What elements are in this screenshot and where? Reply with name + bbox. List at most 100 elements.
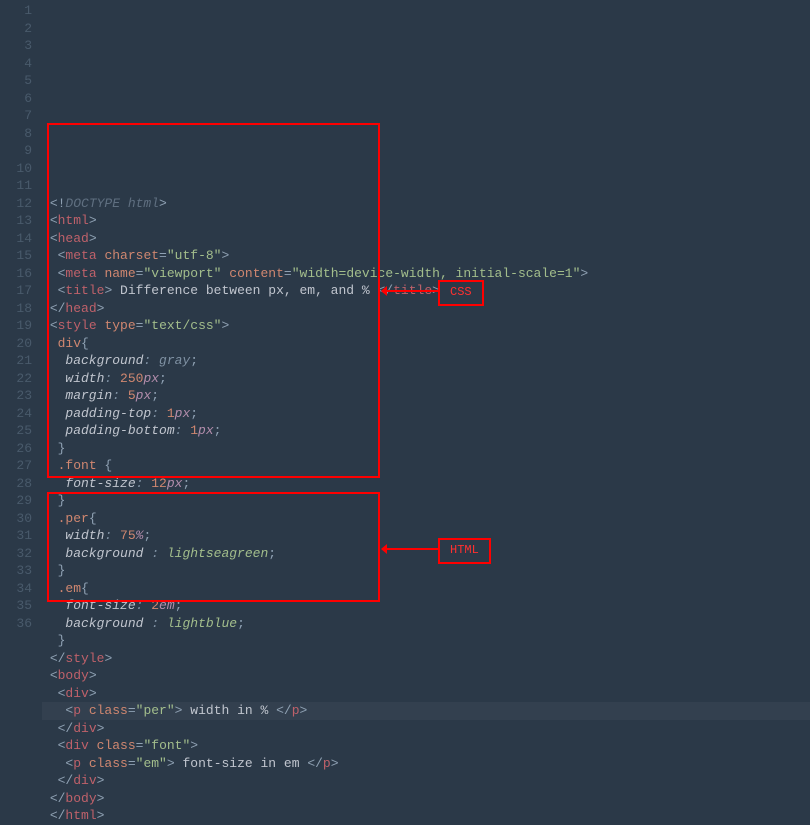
code-line[interactable]: </body> xyxy=(42,790,810,808)
code-token: > xyxy=(89,230,97,248)
code-token: > xyxy=(580,265,588,283)
line-number: 20 xyxy=(0,335,32,353)
code-line[interactable]: <head> xyxy=(42,230,810,248)
code-token: div xyxy=(65,685,88,703)
code-token: .per xyxy=(58,510,89,528)
code-line[interactable]: background: gray; xyxy=(42,352,810,370)
code-token: em xyxy=(159,597,175,615)
code-token xyxy=(42,685,58,703)
code-token: > xyxy=(97,720,105,738)
code-token: "viewport" xyxy=(143,265,221,283)
line-number: 24 xyxy=(0,405,32,423)
code-line[interactable]: .font { xyxy=(42,457,810,475)
code-token: 250 xyxy=(120,370,143,388)
code-token: > xyxy=(89,212,97,230)
code-token: { xyxy=(81,580,89,598)
code-line[interactable]: padding-bottom: 1px; xyxy=(42,422,810,440)
code-token: > xyxy=(221,317,229,335)
code-token: charset xyxy=(104,247,159,265)
code-line[interactable]: } xyxy=(42,562,810,580)
code-token: </ xyxy=(50,650,66,668)
code-token: title xyxy=(65,282,104,300)
code-token: p xyxy=(73,755,89,773)
code-line[interactable]: background : lightblue; xyxy=(42,615,810,633)
code-line[interactable]: <p class="em"> font-size in em </p> xyxy=(42,755,810,773)
code-token: > xyxy=(159,195,167,213)
code-token xyxy=(42,667,50,685)
code-token: > xyxy=(89,667,97,685)
code-line[interactable]: div{ xyxy=(42,335,810,353)
line-number: 5 xyxy=(0,72,32,90)
code-token: "width=device-width, initial-scale=1" xyxy=(292,265,581,283)
code-line[interactable]: .per{ xyxy=(42,510,810,528)
code-line[interactable]: <div class="font"> xyxy=(42,737,810,755)
code-token: < xyxy=(50,230,58,248)
code-token: > xyxy=(175,702,183,720)
code-token: > xyxy=(89,685,97,703)
code-token: "utf-8" xyxy=(167,247,222,265)
code-line[interactable]: } xyxy=(42,632,810,650)
code-token: </ xyxy=(50,300,66,318)
code-token xyxy=(42,737,58,755)
code-line[interactable]: width: 75%; xyxy=(42,527,810,545)
code-token xyxy=(42,475,65,493)
code-token: p xyxy=(292,702,300,720)
code-token: : xyxy=(104,370,120,388)
code-token xyxy=(42,387,65,405)
code-line[interactable]: <body> xyxy=(42,667,810,685)
code-token: > xyxy=(167,755,175,773)
code-token xyxy=(221,265,229,283)
line-number: 18 xyxy=(0,300,32,318)
code-area[interactable]: CSS HTML <!DOCTYPE html> <html> <head> <… xyxy=(42,0,810,640)
code-token: background xyxy=(65,352,143,370)
code-line[interactable]: font-size: 2em; xyxy=(42,597,810,615)
code-token: } xyxy=(58,562,66,580)
code-line[interactable]: <p class="per"> width in % </p> xyxy=(42,702,810,720)
code-line[interactable]: <meta charset="utf-8"> xyxy=(42,247,810,265)
code-line[interactable]: } xyxy=(42,440,810,458)
code-line[interactable]: </div> xyxy=(42,772,810,790)
code-line[interactable]: </head> xyxy=(42,300,810,318)
code-editor[interactable]: 1234567891011121314151617181920212223242… xyxy=(0,0,810,640)
code-line[interactable]: margin: 5px; xyxy=(42,387,810,405)
code-token: : xyxy=(151,615,167,633)
code-token: < xyxy=(58,737,66,755)
code-line[interactable]: </style> xyxy=(42,650,810,668)
code-token xyxy=(42,650,50,668)
code-token xyxy=(42,370,65,388)
code-line[interactable]: } xyxy=(42,492,810,510)
code-token: type xyxy=(104,317,135,335)
code-line[interactable]: <!DOCTYPE html> xyxy=(42,195,810,213)
code-line[interactable]: .em{ xyxy=(42,580,810,598)
code-token: 1 xyxy=(167,405,175,423)
code-line[interactable]: <meta name="viewport" content="width=dev… xyxy=(42,265,810,283)
code-line[interactable]: <style type="text/css"> xyxy=(42,317,810,335)
code-token xyxy=(42,265,58,283)
code-line[interactable]: width: 250px; xyxy=(42,370,810,388)
code-token: "text/css" xyxy=(143,317,221,335)
code-token: head xyxy=(58,230,89,248)
code-line[interactable]: </div> xyxy=(42,720,810,738)
code-token: background xyxy=(65,545,151,563)
line-number: 11 xyxy=(0,177,32,195)
code-token: html xyxy=(65,807,96,825)
code-token: class xyxy=(89,755,128,773)
line-number: 34 xyxy=(0,580,32,598)
code-line[interactable]: </html> xyxy=(42,807,810,825)
code-line[interactable]: <html> xyxy=(42,212,810,230)
code-line[interactable]: background : lightseagreen; xyxy=(42,545,810,563)
code-line[interactable]: font-size: 12px; xyxy=(42,475,810,493)
line-number: 15 xyxy=(0,247,32,265)
code-token: { xyxy=(104,457,112,475)
code-line[interactable]: padding-top: 1px; xyxy=(42,405,810,423)
code-token: div xyxy=(65,737,96,755)
code-token xyxy=(42,807,50,825)
code-line[interactable]: <title> Difference between px, em, and %… xyxy=(42,282,810,300)
line-number: 9 xyxy=(0,142,32,160)
code-token: "font" xyxy=(143,737,190,755)
code-token: > xyxy=(432,282,440,300)
code-token: > xyxy=(97,807,105,825)
code-token: : xyxy=(112,387,128,405)
code-line[interactable]: <div> xyxy=(42,685,810,703)
code-token: name xyxy=(104,265,135,283)
